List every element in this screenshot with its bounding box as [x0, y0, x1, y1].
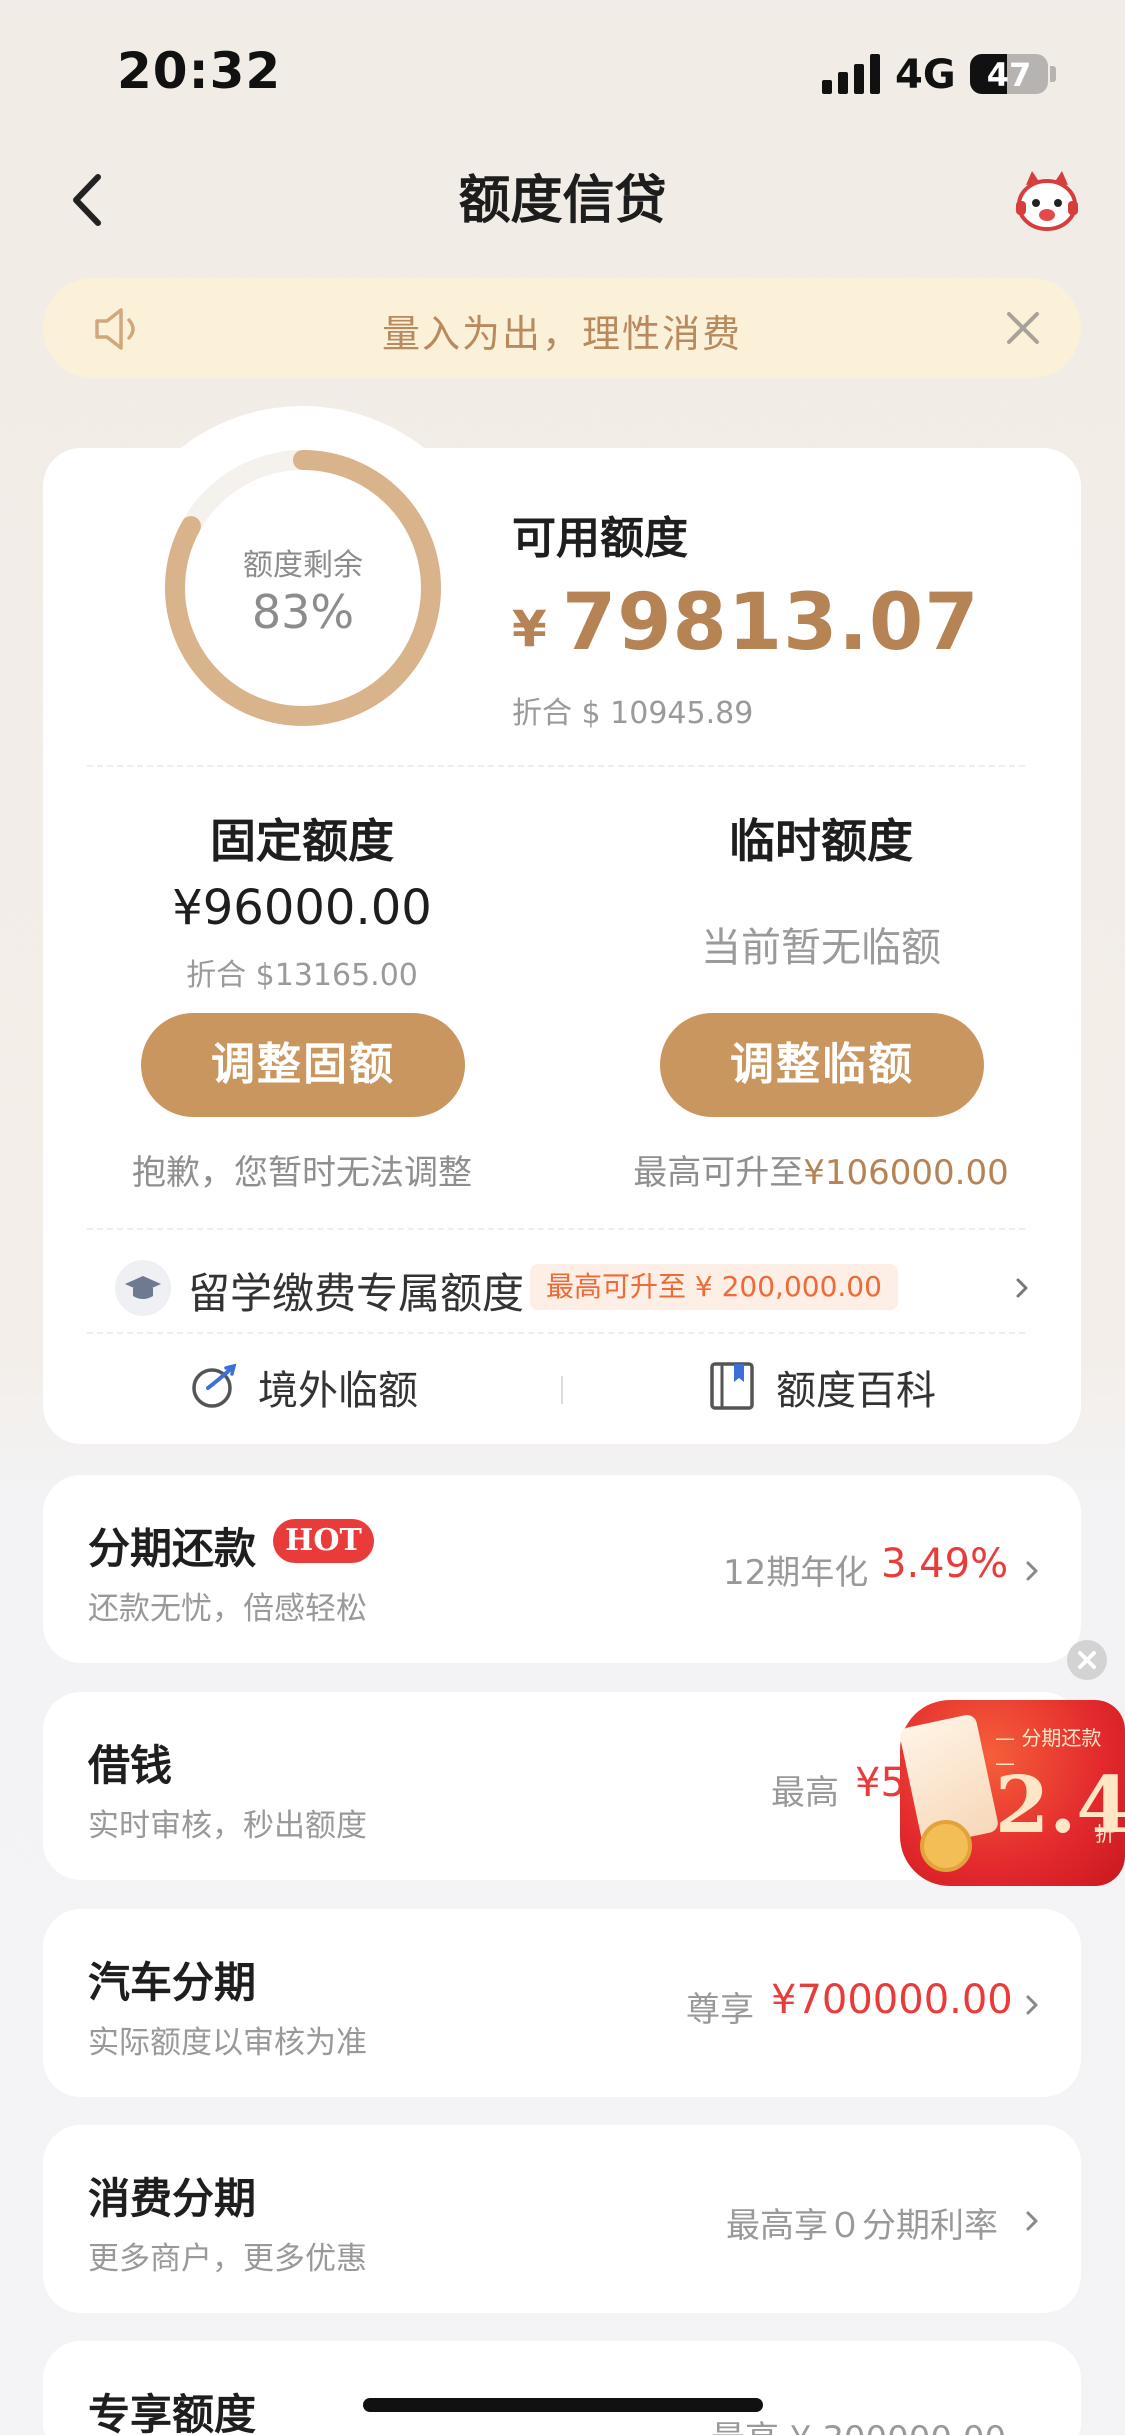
- list-item-subtitle: 更多商户，更多优惠: [88, 2241, 367, 2277]
- list-item-consumer-installment[interactable]: 消费分期 更多商户，更多优惠 最高享０分期利率: [43, 2125, 1081, 2313]
- status-time: 20:32: [117, 42, 282, 100]
- home-indicator[interactable]: [363, 2398, 763, 2412]
- list-item-right-value: ¥5: [855, 1760, 906, 1806]
- divider: [87, 1332, 1025, 1334]
- list-item-title: 消费分期: [88, 2174, 257, 2223]
- chevron-right-icon: [1026, 1995, 1038, 2015]
- chevron-right-icon: [1026, 2211, 1038, 2231]
- ring-percent: 83%: [251, 585, 355, 639]
- temp-adjust-note: 最高可升至¥106000.00: [571, 1145, 1071, 1194]
- link-separator: [561, 1376, 563, 1404]
- list-item-title: 分期还款: [88, 1524, 257, 1573]
- divider: [87, 1228, 1025, 1230]
- battery-level: 47: [986, 56, 1032, 94]
- adjust-fixed-button[interactable]: 调整固额: [141, 1013, 465, 1117]
- list-item-car-loan[interactable]: 汽车分期 实际额度以审核为准 尊享 ¥700000.00: [43, 1909, 1081, 2097]
- list-item-installment-repay[interactable]: 分期还款 HOT 还款无忧，倍感轻松 12期年化 3.49%: [43, 1475, 1081, 1663]
- chevron-right-icon: [1016, 1278, 1028, 1298]
- list-item-subtitle: 实际额度以审核为准: [88, 2025, 367, 2061]
- fixed-credit-usd: 折合 $13165.00: [186, 958, 418, 993]
- temp-note-prefix: 最高可升至: [633, 1153, 804, 1193]
- notice-banner: 量入为出，理性消费: [43, 278, 1081, 378]
- list-item-subtitle: 实时审核，秒出额度: [88, 1808, 367, 1844]
- mascot-icon[interactable]: [1012, 165, 1082, 235]
- book-icon: [710, 1362, 754, 1410]
- edu-credit-title: 留学缴费专属额度: [188, 1269, 525, 1318]
- temp-note-amount: ¥106000.00: [803, 1153, 1009, 1193]
- signal-icon: [822, 54, 880, 94]
- temp-credit-status: 当前暂无临额: [701, 925, 941, 971]
- fixed-adjust-note: 抱歉，您暂时无法调整: [132, 1153, 472, 1193]
- list-item-title: 专享额度: [88, 2390, 257, 2435]
- coin-icon: [920, 1820, 972, 1872]
- ring-label: 额度剩余: [243, 548, 363, 583]
- notice-text: 量入为出，理性消费: [381, 312, 742, 356]
- list-item-right-label: 最高 ¥ 300000.00: [711, 2411, 1006, 2435]
- fixed-credit-amount: ¥96000.00: [172, 880, 432, 936]
- edu-credit-badge: 最高可升至 ¥ 200,000.00: [530, 1264, 898, 1310]
- battery-icon: 47: [970, 54, 1048, 94]
- list-item-right-label: 12期年化: [723, 1553, 869, 1593]
- fixed-credit-title: 固定额度: [210, 814, 394, 868]
- chevron-right-icon: [1026, 1561, 1038, 1581]
- divider: [87, 765, 1025, 767]
- graduation-cap-icon: [115, 1260, 171, 1316]
- list-item-right-label: 最高享０分期利率: [726, 2206, 998, 2246]
- available-usd: 折合 $ 10945.89: [512, 696, 754, 731]
- available-amount: 79813.07: [562, 578, 980, 668]
- list-item-right-label: 尊享: [686, 1990, 754, 2030]
- temp-credit-title: 临时额度: [729, 814, 913, 868]
- promo-close-icon[interactable]: [1067, 1640, 1107, 1680]
- available-currency: ¥: [512, 600, 547, 658]
- network-type: 4G: [895, 52, 956, 98]
- overseas-credit-label: 境外临额: [258, 1368, 418, 1414]
- adjust-temp-button[interactable]: 调整临额: [660, 1013, 984, 1117]
- available-credit-label: 可用额度: [512, 513, 688, 564]
- list-item-title: 借钱: [88, 1741, 173, 1790]
- list-item-right-value: ¥700000.00: [771, 1977, 1013, 2023]
- credit-wiki-label: 额度百科: [776, 1368, 936, 1414]
- list-item-subtitle: 还款无忧，倍感轻松: [88, 1591, 367, 1627]
- hot-badge: HOT: [273, 1519, 374, 1563]
- list-item-right-label: 最高: [771, 1773, 839, 1813]
- globe-plane-icon: [192, 1363, 237, 1408]
- list-item-right-value: 3.49%: [881, 1541, 1009, 1587]
- list-item-title: 汽车分期: [88, 1958, 257, 2007]
- installment-promo-float[interactable]: — 分期还款 — 2.4 折: [898, 1700, 1125, 1886]
- list-item-exclusive-credit[interactable]: 专享额度 最高 ¥ 300000.00: [43, 2341, 1081, 2435]
- close-icon[interactable]: [1003, 308, 1043, 348]
- promo-unit: 折: [1095, 1822, 1115, 1846]
- page-title: 额度信贷: [458, 171, 667, 231]
- battery-cap: [1050, 66, 1056, 82]
